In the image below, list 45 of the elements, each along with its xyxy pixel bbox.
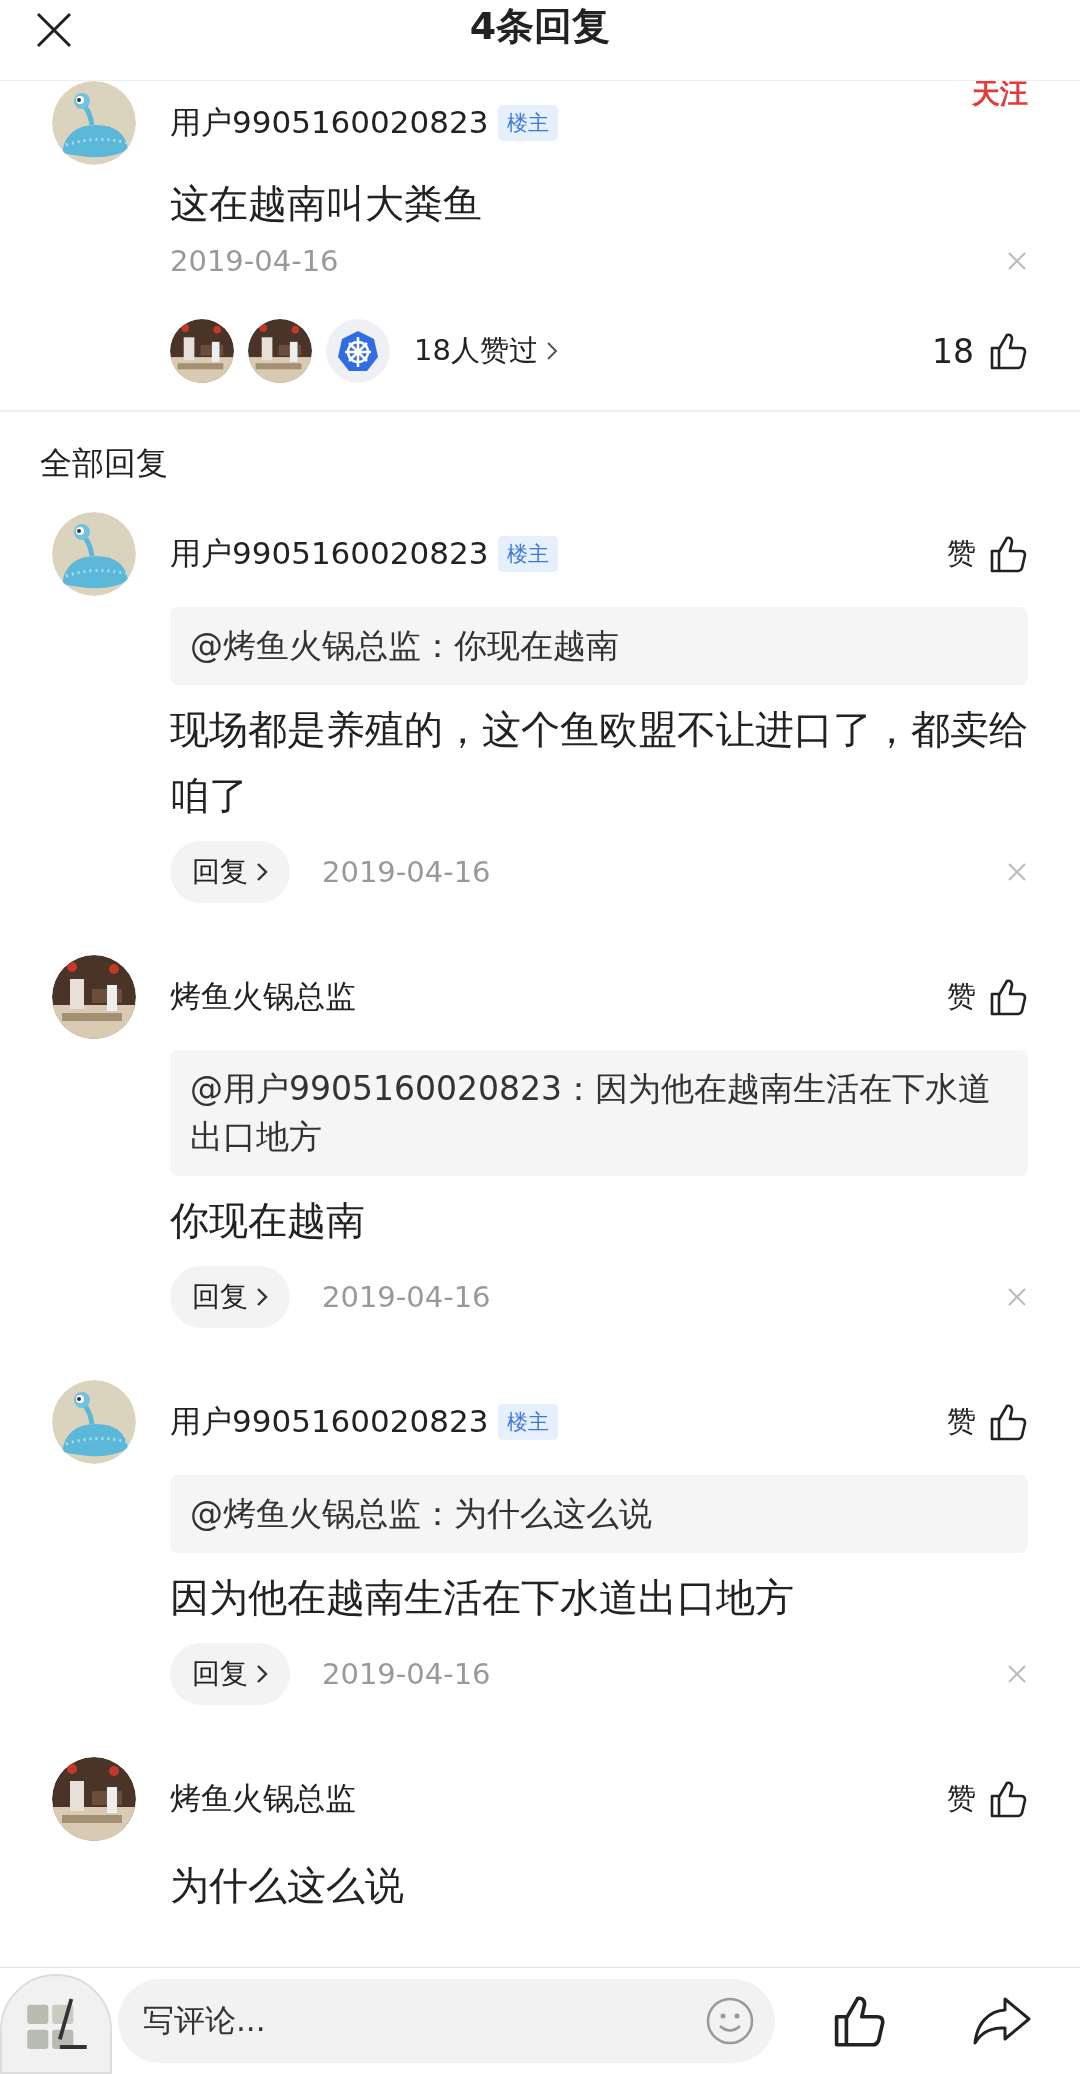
username[interactable]: 用户9905160020823	[170, 533, 489, 575]
username[interactable]: 用户9905160020823	[170, 1401, 489, 1443]
date-text: 2019-04-16	[322, 1657, 491, 1691]
like-label: 赞	[947, 1780, 976, 1817]
thumbs-up-icon[interactable]	[988, 1402, 1028, 1442]
floating-button[interactable]	[0, 1974, 112, 2074]
reply-button[interactable]: 回复	[170, 1266, 290, 1328]
section-title: 全部回复	[39, 443, 169, 484]
chevron-icon	[545, 341, 558, 361]
thumbs-up-icon[interactable]	[988, 977, 1028, 1017]
quoted-reply: @烤鱼火锅总监：你现在越南	[170, 607, 1028, 685]
comment-text: 为什么这么说	[170, 1862, 405, 1910]
comment-text: 这在越南叫大粪鱼	[170, 180, 483, 228]
comment-text: 因为他在越南生活在下水道出口地方	[170, 1574, 795, 1622]
comment-text: 现场都是养殖的，这个鱼欧盟不让进口了，都卖给咱了	[170, 706, 1028, 820]
thumbs-up-icon[interactable]	[988, 534, 1028, 574]
like-count: 18	[932, 331, 974, 371]
reply-button[interactable]: 回复	[170, 841, 290, 903]
emoji-icon[interactable]	[705, 1996, 755, 2046]
chevron-icon	[256, 1287, 268, 1307]
date-text: 2019-04-16	[322, 1280, 491, 1314]
op-badge: 楼主	[498, 536, 559, 572]
comment-input[interactable]: 写评论...	[118, 1979, 775, 2063]
reply-button[interactable]: 回复	[170, 1643, 290, 1705]
close-icon[interactable]	[34, 10, 74, 50]
thumbs-up-icon[interactable]	[988, 1779, 1028, 1819]
like-label: 赞	[947, 1403, 976, 1440]
username[interactable]: 烤鱼火锅总监	[170, 1778, 356, 1820]
page-title: 4条回复	[469, 2, 611, 50]
date-text: 2019-04-16	[170, 244, 339, 278]
username[interactable]: 烤鱼火锅总监	[170, 976, 356, 1018]
date-text: 2019-04-16	[322, 855, 491, 889]
like-label: 赞	[947, 978, 976, 1015]
chevron-icon	[256, 862, 268, 882]
op-badge: 楼主	[498, 105, 559, 141]
likers-link[interactable]: 18人赞过	[414, 320, 558, 382]
thumbs-up-icon[interactable]	[988, 331, 1028, 371]
comment-text: 你现在越南	[170, 1197, 366, 1245]
like-label: 赞	[947, 535, 976, 572]
quoted-reply: @烤鱼火锅总监：为什么这么说	[170, 1475, 1028, 1553]
quoted-reply: @用户9905160020823：因为他在越南生活在下水道出口地方	[170, 1050, 1028, 1176]
chevron-icon	[256, 1664, 268, 1684]
op-badge: 楼主	[498, 1404, 559, 1440]
helm-icon	[326, 319, 390, 383]
username[interactable]: 用户9905160020823	[170, 102, 489, 144]
